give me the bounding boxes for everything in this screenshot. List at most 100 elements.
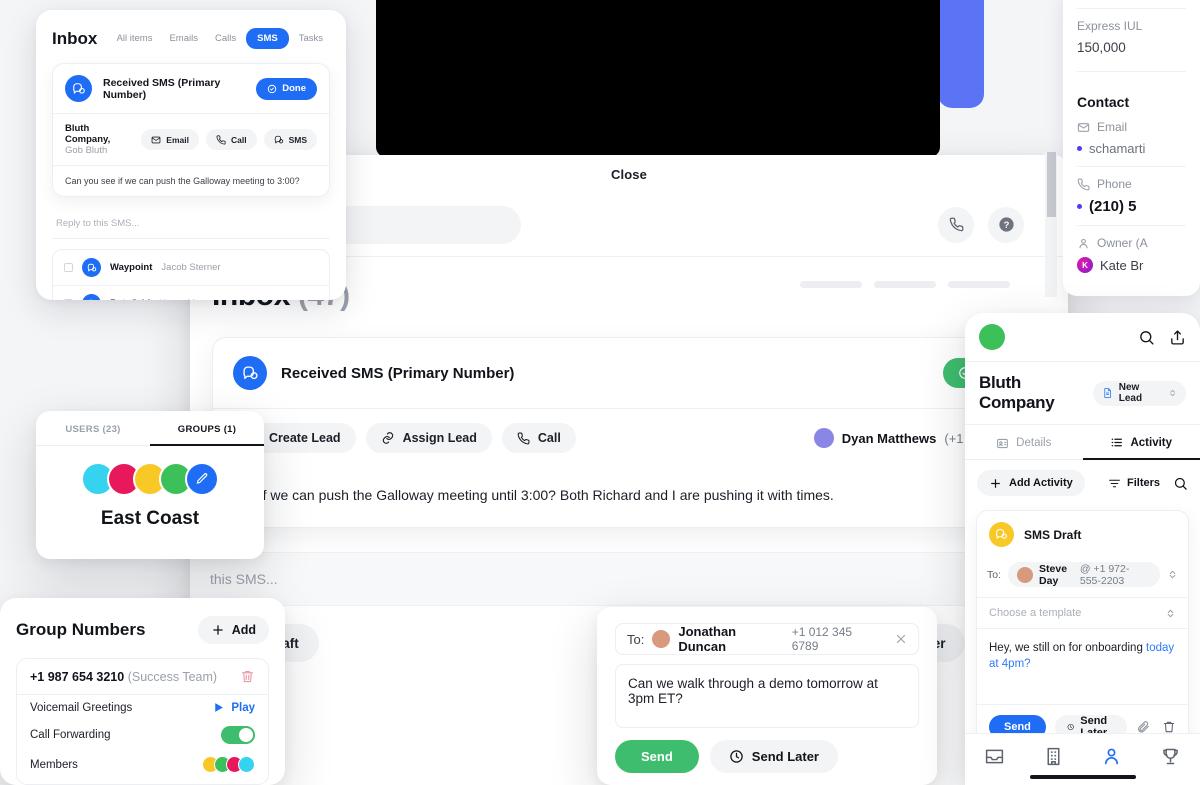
sms-draft-card: SMS Draft To: Steve Day @ +1 972-555-220…	[976, 510, 1189, 750]
person-icon[interactable]	[1101, 746, 1122, 767]
mini-thread-actions: Bluth Company, Gob Bluth Email Call SMS	[53, 113, 329, 165]
create-lead-label: Create Lead	[269, 431, 341, 445]
phone-field-label: Phone	[1077, 177, 1186, 191]
row-checkbox[interactable]	[64, 299, 73, 300]
mini-reply-input[interactable]: Reply to this SMS...	[52, 209, 330, 239]
compose-message-input[interactable]: Can we walk through a demo tomorrow at 3…	[615, 664, 919, 728]
sms-draft-to-label: To:	[987, 568, 1002, 581]
skeleton-bar	[948, 281, 1010, 288]
add-activity-button[interactable]: Add Activity	[977, 470, 1085, 496]
phone-label: Phone	[1097, 177, 1132, 191]
phone-value-row[interactable]: (210) 5	[1077, 198, 1186, 215]
inbox-icon[interactable]	[984, 746, 1005, 767]
mini-email-button[interactable]: Email	[141, 129, 199, 150]
group-number-text: +1 987 654 3210	[30, 669, 125, 684]
group-number-box: +1 987 654 3210 (Success Team) Voicemail…	[16, 658, 269, 785]
chevron-updown-icon[interactable]	[1167, 569, 1178, 580]
mobile-panel-actions	[1138, 329, 1186, 346]
tab-details-label: Details	[1016, 437, 1052, 449]
list-item[interactable]: ByteGrid Henry Myers	[53, 286, 329, 300]
help-button[interactable]: ?	[988, 206, 1024, 243]
screenshot-stage: Close Search... ? Inbox (47)	[0, 0, 1200, 785]
mini-done-button[interactable]: Done	[256, 77, 317, 100]
play-button[interactable]: Play	[212, 701, 255, 714]
play-label: Play	[231, 701, 255, 714]
call-button[interactable]	[938, 206, 974, 243]
email-value-row[interactable]: schamarti	[1077, 141, 1186, 156]
avatar	[813, 428, 834, 448]
call-action-button[interactable]: Call	[501, 423, 576, 453]
tab-tasks[interactable]: Tasks	[292, 28, 330, 49]
mini-email-label: Email	[166, 134, 189, 145]
sms-icon	[233, 356, 267, 390]
mobile-bottom-nav	[965, 733, 1200, 785]
trash-icon[interactable]	[240, 669, 255, 684]
skeleton-bar	[874, 281, 936, 288]
mini-sms-button[interactable]: SMS	[263, 129, 317, 150]
thread-header: Received SMS (Primary Number) Done	[213, 338, 1045, 408]
mini-inbox-card: Inbox All items Emails Calls SMS Tasks R…	[36, 10, 346, 300]
message-text: Hey, we still on for onboarding	[989, 642, 1147, 654]
row-checkbox[interactable]	[64, 263, 73, 272]
avatar[interactable]	[979, 324, 1005, 350]
mobile-activity-panel: Bluth Company New Lead Details Activity …	[965, 313, 1200, 785]
attachment-icon[interactable]	[1136, 720, 1150, 734]
search-icon[interactable]	[1173, 476, 1188, 491]
group-number-value: +1 987 654 3210 (Success Team)	[30, 670, 217, 684]
tab-sms[interactable]: SMS	[246, 28, 289, 49]
trophy-icon[interactable]	[1160, 746, 1181, 767]
reply-input[interactable]: this SMS...	[190, 552, 1068, 607]
members-row: Members	[17, 750, 268, 784]
mini-inbox-list: Waypoint Jacob Sterner ByteGrid Henry My…	[52, 249, 330, 300]
decorative-blue-shape	[938, 0, 984, 108]
mobile-activity-toolbar: Add Activity Filters	[965, 460, 1200, 506]
tab-details[interactable]: Details	[965, 425, 1083, 460]
sms-draft-recipient[interactable]: Steve Day @ +1 972-555-2203	[1008, 562, 1160, 587]
pencil-icon[interactable]	[185, 462, 219, 496]
mini-call-button[interactable]: Call	[205, 129, 257, 150]
compose-send-button[interactable]: Send	[615, 740, 699, 773]
list-item-name: ByteGrid	[110, 298, 150, 300]
group-number-team: (Success Team)	[127, 669, 218, 684]
call-forwarding-toggle[interactable]	[221, 726, 255, 744]
list-item[interactable]: Waypoint Jacob Sterner	[53, 250, 329, 286]
recipient-name: Steve Day	[1039, 562, 1068, 587]
add-group-number-button[interactable]: Add	[197, 616, 269, 644]
close-icon[interactable]	[895, 633, 907, 645]
avatar	[238, 756, 255, 773]
mini-sms-label: SMS	[288, 134, 307, 145]
contact-section-heading: Contact	[1077, 94, 1130, 110]
tab-emails[interactable]: Emails	[162, 28, 205, 49]
group-numbers-title: Group Numbers	[16, 620, 146, 639]
tab-users[interactable]: USERS (23)	[36, 411, 150, 446]
tab-all-items[interactable]: All items	[110, 28, 160, 49]
template-selector[interactable]: Choose a template	[977, 597, 1188, 629]
call-forwarding-label: Call Forwarding	[30, 729, 111, 741]
thread-contact-name: Dyan Matthews	[841, 430, 937, 446]
group-avatars	[36, 462, 264, 496]
lead-status-selector[interactable]: New Lead	[1092, 380, 1186, 406]
assign-lead-button[interactable]: Assign Lead	[365, 423, 492, 453]
share-icon[interactable]	[1169, 329, 1186, 346]
search-icon[interactable]	[1138, 329, 1155, 346]
trash-icon[interactable]	[1162, 720, 1176, 734]
home-indicator	[1029, 775, 1136, 779]
compose-send-later-button[interactable]: Send Later	[709, 740, 838, 773]
divider	[1077, 166, 1186, 167]
add-label: Add	[231, 623, 256, 637]
sms-draft-message[interactable]: Hey, we still on for onboarding today at…	[977, 629, 1188, 704]
building-icon[interactable]	[1043, 746, 1064, 767]
filters-button[interactable]: Filters	[1108, 477, 1160, 490]
thread-message-body: see if we can push the Galloway meeting …	[233, 487, 834, 503]
add-activity-label: Add Activity	[1009, 477, 1073, 489]
tab-calls[interactable]: Calls	[208, 28, 243, 49]
compose-to-field[interactable]: To: Jonathan Duncan +1 012 345 6789	[615, 623, 919, 655]
tab-activity[interactable]: Activity	[1082, 425, 1200, 460]
owner-value-row[interactable]: K Kate Br	[1077, 257, 1186, 273]
users-groups-card: USERS (23) GROUPS (1) East Coast	[36, 411, 264, 559]
sms-draft-title: SMS Draft	[1024, 527, 1082, 542]
scrollbar-thumb[interactable]	[1047, 152, 1056, 217]
tab-groups[interactable]: GROUPS (1)	[150, 411, 264, 446]
mobile-panel-tabs: Details Activity	[965, 425, 1200, 460]
member-avatars[interactable]	[202, 756, 255, 773]
